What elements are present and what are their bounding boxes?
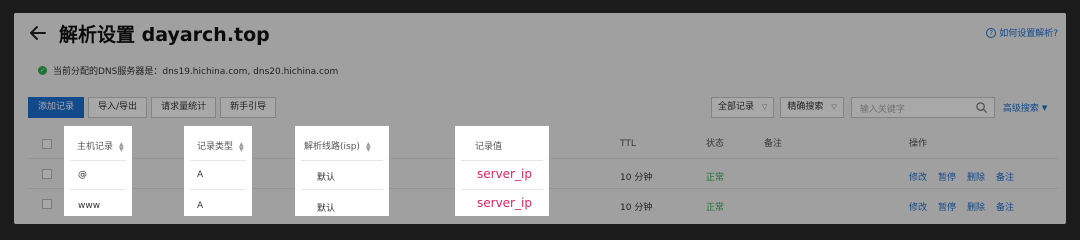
row-divider: [70, 189, 126, 190]
edit-link[interactable]: 修改: [909, 173, 927, 183]
row-checkbox[interactable]: [42, 199, 52, 209]
line-cell: 默认: [317, 204, 336, 214]
back-arrow-icon[interactable]: [28, 23, 48, 43]
dns-notice-text: 当前分配的DNS服务器是：dns19.hichina.com, dns20.hi…: [53, 67, 339, 77]
row-divider: [461, 189, 543, 190]
help-label: 如何设置解析?: [999, 29, 1058, 39]
column-header-actions: 操作: [909, 139, 928, 149]
column-header-host-label: 主机记录: [77, 142, 114, 152]
chevron-down-icon: ▽: [762, 103, 768, 111]
row-actions: 修改 暂停 删除 备注: [909, 200, 1025, 213]
line-column-highlight: 解析线路(isp) ▲ ▼ 默认 默认: [295, 126, 389, 216]
type-column-highlight: 记录类型 ▲ ▼ A A: [184, 126, 252, 216]
beginner-guide-button[interactable]: 新手引导: [220, 97, 277, 118]
question-icon: ?: [986, 27, 997, 38]
row-divider: [190, 189, 246, 190]
row-actions: 修改 暂停 删除 备注: [909, 170, 1025, 183]
row-divider: [70, 160, 126, 161]
sort-icon[interactable]: ▲ ▼: [119, 141, 124, 152]
status-cell: 正常: [706, 203, 725, 213]
filter-bar: 全部记录 ▽ 精确搜索 ▽ 输入关键字 高级搜索 ▼: [711, 97, 1047, 118]
import-export-button[interactable]: 导入/导出: [88, 97, 148, 118]
delete-link[interactable]: 删除: [967, 203, 985, 213]
add-record-button[interactable]: 添加记录: [28, 97, 85, 118]
host-column-highlight: 主机记录 ▲ ▼ @ www: [64, 126, 132, 216]
page-header: 解析设置 dayarch.top ? 如何设置解析?: [14, 13, 1066, 53]
value-column-highlight: 记录值 server_ip server_ip: [455, 126, 549, 216]
record-filter-select[interactable]: 全部记录 ▽: [711, 97, 775, 118]
edit-link[interactable]: 修改: [909, 203, 927, 213]
row-divider: [301, 160, 383, 161]
type-cell: A: [197, 201, 204, 211]
sort-icon[interactable]: ▲ ▼: [239, 141, 244, 152]
search-mode-value: 精确搜索: [787, 102, 824, 112]
column-header-type: 记录类型 ▲ ▼: [197, 139, 244, 152]
toolbar: 添加记录 导入/导出 请求量统计 新手引导: [28, 97, 277, 118]
chevron-down-icon: ▽: [831, 103, 837, 111]
search-mode-select[interactable]: 精确搜索 ▽: [780, 97, 844, 118]
delete-link[interactable]: 删除: [967, 173, 985, 183]
column-header-type-label: 记录类型: [197, 142, 234, 152]
column-header-value: 记录值: [475, 142, 503, 152]
search-input[interactable]: 输入关键字: [850, 97, 995, 118]
check-icon: ✓: [38, 66, 47, 75]
remark-link[interactable]: 备注: [996, 203, 1014, 213]
column-header-line: 解析线路(isp) ▲ ▼: [304, 139, 371, 152]
column-header-remark: 备注: [764, 139, 783, 149]
status-cell: 正常: [706, 173, 725, 183]
row-divider: [190, 160, 246, 161]
row-divider: [461, 160, 543, 161]
search-icon[interactable]: [975, 101, 988, 114]
advanced-search-label: 高级搜索: [1002, 104, 1039, 114]
column-header-host: 主机记录 ▲ ▼: [77, 139, 124, 152]
column-header-ttl: TTL: [620, 139, 636, 149]
dns-server-notice: ✓ 当前分配的DNS服务器是：dns19.hichina.com, dns20.…: [38, 64, 338, 77]
column-header-status: 状态: [706, 139, 725, 149]
request-stats-button[interactable]: 请求量统计: [151, 97, 217, 118]
ttl-cell: 10 分钟: [620, 173, 653, 183]
ttl-cell: 10 分钟: [620, 203, 653, 213]
column-header-line-label: 解析线路(isp): [304, 142, 360, 152]
row-divider: [301, 189, 383, 190]
type-cell: A: [197, 170, 204, 180]
dns-settings-window: 解析设置 dayarch.top ? 如何设置解析? ✓ 当前分配的DNS服务器…: [14, 13, 1066, 224]
line-cell: 默认: [317, 173, 336, 183]
record-filter-value: 全部记录: [718, 102, 755, 112]
page-title: 解析设置 dayarch.top: [59, 24, 270, 46]
sort-icon[interactable]: ▲ ▼: [366, 141, 371, 152]
host-cell: @: [78, 170, 87, 180]
remark-link[interactable]: 备注: [996, 173, 1014, 183]
value-cell: server_ip: [477, 167, 532, 181]
pause-link[interactable]: 暂停: [938, 203, 956, 213]
search-placeholder: 输入关键字: [859, 105, 905, 115]
value-cell: server_ip: [477, 196, 532, 210]
select-all-checkbox[interactable]: [42, 139, 52, 149]
advanced-search-link[interactable]: 高级搜索 ▼: [1002, 101, 1048, 115]
help-link[interactable]: ? 如何设置解析?: [986, 26, 1058, 39]
host-cell: www: [78, 201, 101, 211]
row-checkbox[interactable]: [42, 169, 52, 179]
caret-down-icon: ▼: [1041, 103, 1048, 112]
pause-link[interactable]: 暂停: [938, 173, 956, 183]
